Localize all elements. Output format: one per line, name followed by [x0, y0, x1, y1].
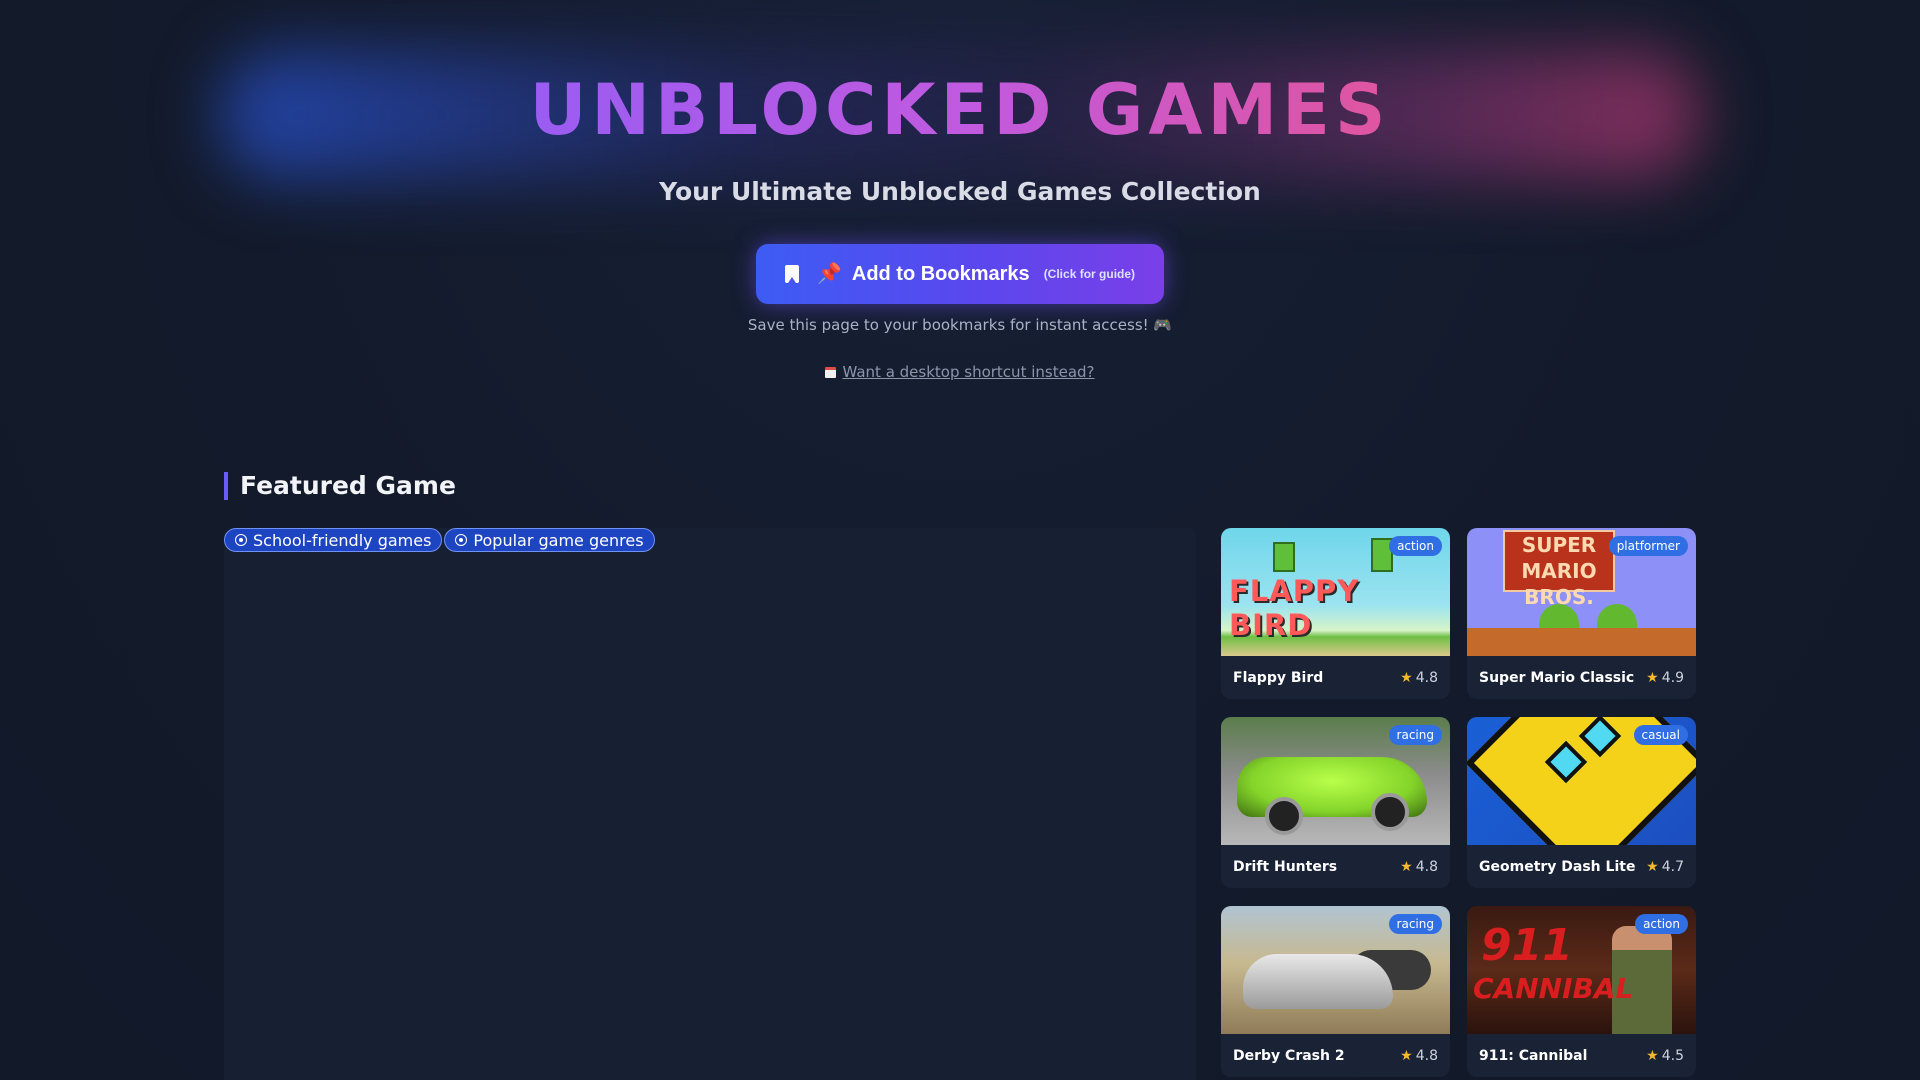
- star-icon: ★: [1646, 1047, 1659, 1064]
- calendar-icon: [825, 367, 837, 378]
- thumbnail-title: FLAPPY BIRD: [1229, 574, 1360, 642]
- game-rating: ★ 4.5: [1646, 1047, 1684, 1064]
- genre-badge: racing: [1388, 725, 1442, 745]
- game-name: Flappy Bird: [1233, 669, 1324, 686]
- site-subtitle: Your Ultimate Unblocked Games Collection: [659, 177, 1261, 206]
- bookmark-icon: [784, 265, 799, 283]
- game-thumbnail: casual: [1467, 717, 1696, 845]
- pushpin-icon: 📌: [816, 263, 842, 285]
- page: UNBLOCKED GAMES Your Ultimate Unblocked …: [0, 0, 1920, 1080]
- tag-label: Popular game genres: [473, 530, 644, 550]
- game-card-drift-hunters[interactable]: racing Drift Hunters ★ 4.8: [1221, 717, 1450, 888]
- game-card-flappy-bird[interactable]: FLAPPY BIRD action Flappy Bird ★ 4.8: [1221, 528, 1450, 699]
- featured-game-player[interactable]: [224, 528, 1196, 1080]
- game-thumbnail: 911 CANNIBAL action: [1467, 906, 1696, 1034]
- star-icon: ★: [1646, 858, 1659, 875]
- star-icon: ★: [1400, 858, 1413, 875]
- genre-badge: action: [1389, 536, 1442, 556]
- game-thumbnail: FLAPPY BIRD action: [1221, 528, 1450, 656]
- game-name: Super Mario Classic: [1479, 669, 1635, 686]
- game-rating: ★ 4.8: [1400, 858, 1438, 875]
- thumbnail-subtitle: CANNIBAL: [1473, 972, 1634, 1005]
- tag-label: School-friendly games: [253, 530, 432, 550]
- thumbnail-title: SUPER MARIO BROS.: [1503, 530, 1615, 609]
- target-icon: [455, 534, 468, 546]
- tag-school-friendly-games[interactable]: School-friendly games: [224, 528, 443, 552]
- thumbnail-title: 911: [1481, 920, 1573, 971]
- game-name: Drift Hunters: [1233, 858, 1338, 875]
- game-card-super-mario-classic[interactable]: SUPER MARIO BROS. platformer Super Mario…: [1467, 528, 1696, 699]
- game-rating: ★ 4.8: [1400, 669, 1438, 686]
- genre-badge: racing: [1388, 914, 1442, 934]
- game-rating: ★ 4.8: [1400, 1047, 1438, 1064]
- genre-badge: casual: [1633, 725, 1688, 745]
- card-info: Drift Hunters ★ 4.8: [1221, 845, 1450, 888]
- bookmark-button-label: Add to Bookmarks: [851, 262, 1030, 285]
- game-card-geometry-dash-lite[interactable]: casual Geometry Dash Lite ★ 4.7: [1467, 717, 1696, 888]
- desktop-shortcut-link[interactable]: Want a desktop shortcut instead?: [842, 363, 1094, 381]
- game-rating: ★ 4.7: [1646, 858, 1684, 875]
- star-icon: ★: [1646, 669, 1659, 686]
- tag-list: School-friendly games Popular game genre…: [224, 528, 655, 552]
- save-note: Save this page to your bookmarks for ins…: [747, 316, 1173, 334]
- genre-badge: action: [1635, 914, 1688, 934]
- game-thumbnail: SUPER MARIO BROS. platformer: [1467, 528, 1696, 656]
- card-info: Geometry Dash Lite ★ 4.7: [1467, 845, 1696, 888]
- genre-badge: platformer: [1608, 536, 1688, 556]
- site-title: UNBLOCKED GAMES: [529, 69, 1391, 151]
- star-icon: ★: [1400, 1047, 1413, 1064]
- games-grid: FLAPPY BIRD action Flappy Bird ★ 4.8 SUPE…: [1221, 528, 1696, 1077]
- card-info: Derby Crash 2 ★ 4.8: [1221, 1034, 1450, 1077]
- card-info: Flappy Bird ★ 4.8: [1221, 656, 1450, 699]
- add-to-bookmarks-button[interactable]: 📌 Add to Bookmarks (Click for guide): [756, 244, 1164, 304]
- star-icon: ★: [1400, 669, 1413, 686]
- game-name: Derby Crash 2: [1233, 1047, 1345, 1064]
- bookmark-button-hint: (Click for guide): [1043, 267, 1136, 281]
- game-thumbnail: racing: [1221, 717, 1450, 845]
- game-rating: ★ 4.9: [1646, 669, 1684, 686]
- game-name: Geometry Dash Lite: [1479, 858, 1636, 875]
- game-card-911-cannibal[interactable]: 911 CANNIBAL action 911: Cannibal ★ 4.5: [1467, 906, 1696, 1077]
- tag-popular-game-genres[interactable]: Popular game genres: [444, 528, 655, 552]
- card-info: Super Mario Classic ★ 4.9: [1467, 656, 1696, 699]
- hero-header: UNBLOCKED GAMES Your Ultimate Unblocked …: [0, 0, 1920, 420]
- card-info: 911: Cannibal ★ 4.5: [1467, 1034, 1696, 1077]
- shortcut-link-row: Want a desktop shortcut instead?: [0, 363, 1920, 381]
- game-name: 911: Cannibal: [1479, 1047, 1588, 1064]
- featured-game-heading: Featured Game: [224, 472, 456, 500]
- game-thumbnail: racing: [1221, 906, 1450, 1034]
- game-card-derby-crash-2[interactable]: racing Derby Crash 2 ★ 4.8: [1221, 906, 1450, 1077]
- target-icon: [235, 534, 247, 546]
